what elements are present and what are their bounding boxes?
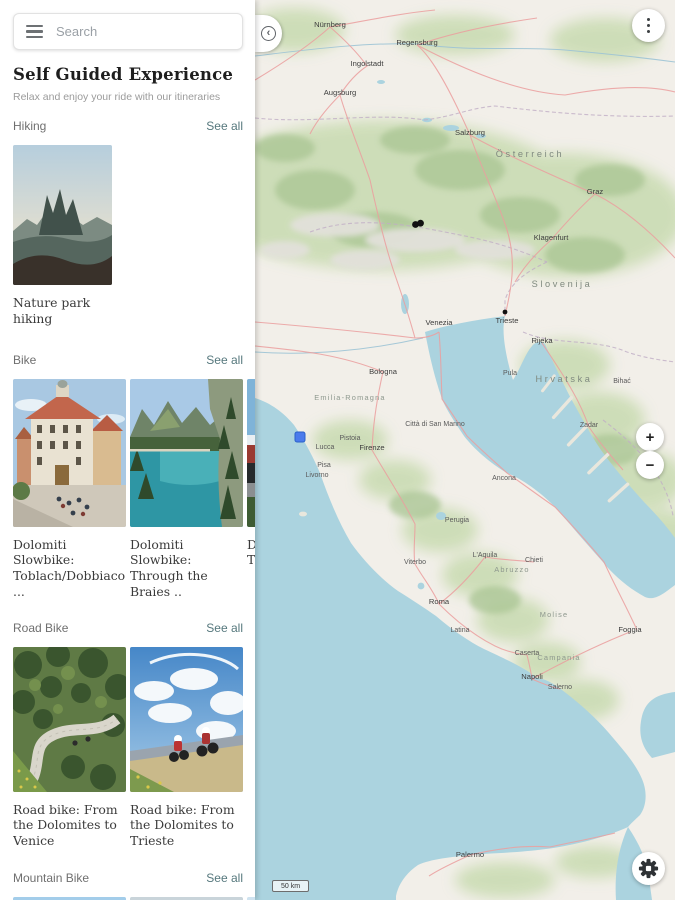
map-label: Klagenfurt: [534, 233, 570, 242]
zoom-out-button[interactable]: −: [636, 451, 664, 479]
map-label: Livorno: [306, 472, 329, 479]
page-title: Self Guided Experience: [13, 65, 234, 84]
map-scale-indicator: 50 km: [272, 880, 310, 892]
map-label: Augsburg: [324, 88, 357, 97]
hiking-card-image: [13, 145, 112, 285]
map-label: Salzburg: [455, 128, 485, 137]
map-label: Pistoia: [339, 435, 360, 442]
road-card-image-sky: [130, 646, 243, 792]
hiking-cards-row: Nature park hiking: [13, 145, 255, 327]
map-label: Venezia: [425, 318, 453, 327]
road-card-image-forest: [13, 646, 126, 792]
map-label: Caserta: [515, 650, 540, 657]
map-label: Ancona: [492, 475, 516, 482]
card-title: Road bike: From the Dolomites to Trieste: [130, 801, 235, 849]
settings-button[interactable]: [632, 852, 665, 885]
card-slowbike-braies[interactable]: Dolomiti Slowbike: Through the Braies ..: [130, 378, 243, 600]
map-label: Nürnberg: [314, 20, 346, 29]
map-label: Abruzzo: [494, 565, 530, 574]
section-label: Road Bike: [13, 620, 69, 635]
map-label: Foggia: [618, 625, 642, 634]
map-label: Viterbo: [404, 559, 426, 566]
card-road-trieste[interactable]: Road bike: From the Dolomites to Trieste: [130, 646, 243, 849]
section-header-hiking: Hiking See all: [13, 119, 243, 133]
card-title: Road bike: From the Dolomites to Venice: [13, 801, 118, 849]
map-label: Latina: [450, 627, 469, 634]
map-label: Lucca: [316, 444, 335, 451]
section-label: Hiking: [13, 119, 47, 133]
section-label: Bike: [13, 352, 37, 367]
bike-card-image-clipped: [247, 378, 255, 527]
map-label: Trieste: [496, 316, 519, 325]
map-label: Österreich: [496, 149, 564, 159]
map-label: Zadar: [580, 422, 599, 429]
map-label: Pisa: [317, 462, 331, 469]
map-canvas[interactable]: Nürnberg Regensburg Ingolstadt Augsburg Salz…: [255, 0, 675, 900]
bike-card-image-town: [13, 378, 126, 527]
map-label: Bologna: [369, 367, 398, 376]
card-title: D T: [247, 536, 255, 568]
map-label: Graz: [587, 187, 604, 196]
card-slowbike-clipped[interactable]: D T: [247, 378, 255, 600]
search-placeholder: Search: [56, 24, 98, 39]
map-label: Firenze: [359, 443, 384, 452]
map-label: Bihać: [613, 378, 631, 385]
road-bike-cards-row: Road bike: From the Dolomites to Venice: [13, 646, 255, 849]
map-label: Slovenija: [532, 279, 593, 289]
see-all-link[interactable]: See all: [206, 353, 243, 367]
map-marker-dot[interactable]: [502, 309, 508, 315]
section-label: Mountain Bike: [13, 870, 90, 885]
map-label: L'Aquila: [473, 552, 498, 559]
card-nature-park-hiking[interactable]: Nature park hiking: [13, 145, 112, 327]
map-label: Hrvatska: [535, 374, 592, 384]
see-all-link[interactable]: See all: [206, 119, 243, 133]
section-header-mountain-bike: Mountain Bike See all: [13, 871, 243, 885]
map-label: Ingolstadt: [351, 59, 385, 68]
section-header-road-bike: Road Bike See all: [13, 621, 243, 635]
map-label: Chieti: [525, 557, 543, 564]
gear-icon: [638, 858, 659, 879]
map-label: Molise: [540, 610, 569, 619]
card-title: Dolomiti Slowbike: Toblach/Dobbiaco ...: [13, 536, 126, 599]
map-label: Pula: [503, 370, 517, 377]
map-label: Roma: [429, 597, 450, 606]
bike-cards-row: Dolomiti Slowbike: Toblach/Dobbiaco ...: [13, 378, 255, 600]
map-label: Palermo: [456, 850, 484, 859]
map-label: Perugia: [445, 517, 469, 524]
map-label: Emilia-Romagna: [314, 393, 385, 402]
overflow-menu-button[interactable]: [632, 9, 665, 42]
card-road-venice[interactable]: Road bike: From the Dolomites to Venice: [13, 646, 126, 849]
map-label: Napoli: [521, 672, 543, 681]
card-title: Nature park hiking: [13, 295, 91, 326]
see-all-link[interactable]: See all: [206, 871, 243, 885]
chevron-left-icon: ‹: [261, 26, 276, 41]
kebab-icon-dot: [646, 17, 651, 22]
search-input[interactable]: Search: [13, 13, 243, 50]
card-slowbike-toblach[interactable]: Dolomiti Slowbike: Toblach/Dobbiaco ...: [13, 378, 126, 600]
map-label: Regensburg: [396, 38, 437, 47]
map-label: Campania: [537, 653, 580, 662]
page-subtitle: Relax and enjoy your ride with our itine…: [13, 91, 221, 103]
section-header-bike: Bike See all: [13, 353, 243, 367]
menu-icon[interactable]: [26, 25, 43, 38]
map-tiles: Nürnberg Regensburg Ingolstadt Augsburg Salz…: [255, 0, 675, 900]
map-label: Salerno: [548, 684, 572, 691]
map-label: Città di San Marino: [405, 421, 465, 428]
map-label: Rijeka: [531, 336, 553, 345]
sidebar-panel: Search Self Guided Experience Relax and …: [0, 0, 255, 900]
map-marker-blue[interactable]: [294, 431, 306, 443]
see-all-link[interactable]: See all: [206, 621, 243, 635]
bike-card-image-lake: [130, 378, 243, 527]
zoom-in-button[interactable]: +: [636, 423, 664, 451]
card-title: Dolomiti Slowbike: Through the Braies ..: [130, 536, 208, 599]
app-window: Search Self Guided Experience Relax and …: [0, 0, 675, 900]
